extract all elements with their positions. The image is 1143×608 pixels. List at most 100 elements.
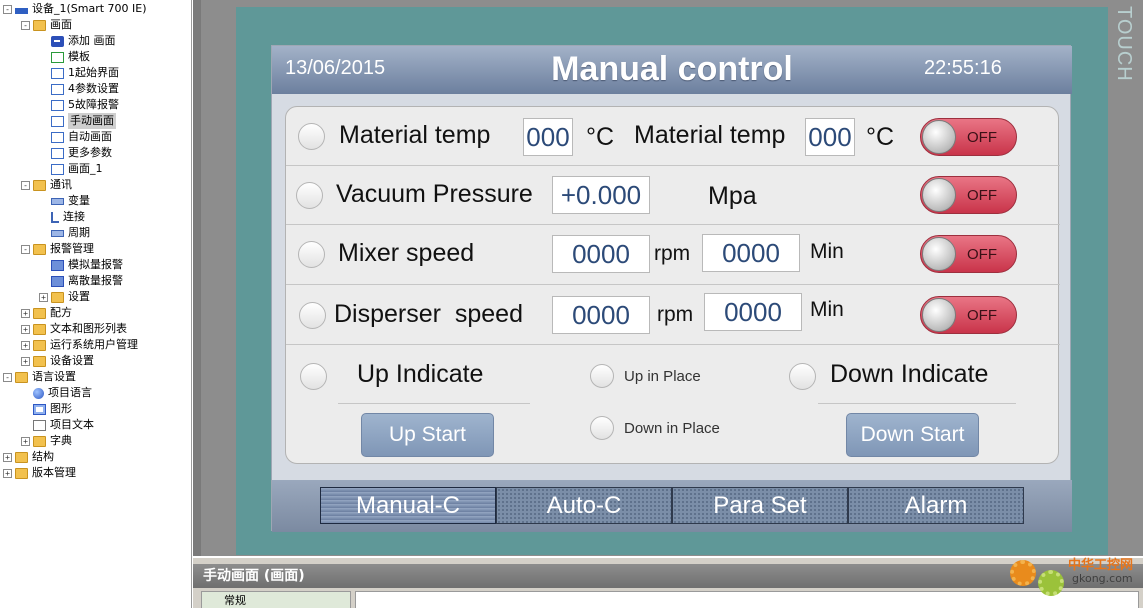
tree-item[interactable]: 5故障报警 [39,97,119,113]
collapse-icon[interactable]: - [21,244,30,254]
tree-item-label: 设备_1(Smart 700 IE) [32,2,147,15]
screen-page-icon [51,131,64,143]
tree-item-label: 设备设置 [50,354,94,367]
tab-para-set[interactable]: Para Set [672,487,848,524]
material-temp-label: Material temp [339,121,491,149]
expand-icon[interactable]: + [21,340,30,350]
disperser-speed-indicator[interactable] [299,302,326,329]
tree-item-label: 添加 画面 [68,34,116,47]
tree-item-label: 配方 [50,306,72,319]
tree-item[interactable]: + 文本和图形列表 [21,321,127,337]
up-in-place-lamp[interactable] [590,364,614,388]
row-divider [286,224,1060,225]
material-temp-unit-2: °C [866,123,895,151]
down-start-button[interactable]: Down Start [846,413,979,457]
mixer-speed-indicator[interactable] [298,241,325,268]
expand-icon[interactable]: + [3,452,12,462]
down-in-place-lamp[interactable] [590,416,614,440]
switch-knob [922,298,956,332]
tree-item[interactable]: + 运行系统用户管理 [21,337,138,353]
switch-state-label: OFF [967,246,997,263]
material-temp-switch[interactable]: OFF [920,118,1017,156]
down-indicate-lamp[interactable] [789,363,816,390]
tree-item[interactable]: 添加 画面 [39,33,116,49]
tree-item[interactable]: 画面_1 [39,161,103,177]
collapse-icon[interactable]: - [3,372,12,382]
expand-icon[interactable]: + [3,468,12,478]
vacuum-pressure-value[interactable]: +0.000 [552,176,650,214]
material-temp-indicator[interactable] [298,123,325,150]
globe-icon [33,387,44,399]
expand-icon[interactable]: + [21,308,30,318]
tree-item[interactable]: 模拟量报警 [39,257,123,273]
mixer-time-value[interactable]: 0000 [702,234,800,272]
tree-item-label: 画面_1 [68,162,103,175]
expand-icon[interactable]: + [21,356,30,366]
tab-auto-c[interactable]: Auto-C [496,487,672,524]
tree-item[interactable]: 1起始界面 [39,65,119,81]
disperser-speed-switch[interactable]: OFF [920,296,1017,334]
tree-item[interactable]: 更多参数 [39,145,112,161]
collapse-icon[interactable]: - [21,180,30,190]
up-start-button[interactable]: Up Start [361,413,494,457]
tree-item[interactable]: 自动画面 [39,129,112,145]
tree-item-label: 文本和图形列表 [50,322,127,335]
folder-icon [33,435,46,447]
tree-item[interactable]: 周期 [39,225,90,241]
switch-knob [922,178,956,212]
tree-item[interactable]: 手动画面 [39,113,116,129]
properties-tab-general[interactable]: 常规 [201,591,351,608]
tree-item[interactable]: - 语言设置 [3,369,76,385]
watermark: 中华工控网 gkong.com [1006,548,1140,604]
tree-item-label: 版本管理 [32,466,76,479]
touch-label: TOUCH [1113,6,1135,82]
material-temp-value-2[interactable]: 000 [805,118,855,156]
tree-item-label: 手动画面 [68,113,116,129]
disperser-time-unit: Min [810,298,844,321]
tree-item[interactable]: + 版本管理 [3,465,76,481]
tree-item[interactable]: 变量 [39,193,90,209]
tree-item[interactable]: + 结构 [3,449,54,465]
expand-icon[interactable]: + [39,292,48,302]
collapse-icon[interactable]: - [21,20,30,30]
tree-item[interactable]: + 字典 [21,433,72,449]
tree-item[interactable]: 项目文本 [21,417,94,433]
tree-item[interactable]: 图形 [21,401,72,417]
tree-item[interactable]: - 报警管理 [21,241,94,257]
vacuum-pressure-switch[interactable]: OFF [920,176,1017,214]
row-divider [286,284,1060,285]
disperser-speed-value[interactable]: 0000 [552,296,650,334]
watermark-url: gkong.com [1072,572,1133,585]
tree-item[interactable]: + 设备设置 [21,353,94,369]
folder-icon [15,467,28,479]
switch-knob [922,120,956,154]
time-display: 22:55:16 [924,57,1002,79]
mixer-speed-switch[interactable]: OFF [920,235,1017,273]
tree-item[interactable]: 模板 [39,49,90,65]
tree-item[interactable]: 4参数设置 [39,81,119,97]
tree-item[interactable]: - 通讯 [21,177,72,193]
connection-icon [51,211,59,223]
tab-alarm[interactable]: Alarm [848,487,1024,524]
tree-item[interactable]: 连接 [39,209,85,225]
disperser-time-value[interactable]: 0000 [704,293,802,331]
tree-item-label: 周期 [68,226,90,239]
tree-item[interactable]: 项目语言 [21,385,92,401]
collapse-icon[interactable]: - [3,4,12,14]
tree-item-label: 5故障报警 [68,98,119,111]
tree-item[interactable]: + 配方 [21,305,72,321]
material-temp-value-1[interactable]: 000 [523,118,573,156]
mixer-speed-value[interactable]: 0000 [552,235,650,273]
tree-item[interactable]: + 设置 [39,289,90,305]
vacuum-pressure-indicator[interactable] [296,182,323,209]
expand-icon[interactable]: + [21,436,30,446]
row-divider [286,344,1060,345]
tree-item[interactable]: - 设备_1(Smart 700 IE) [3,1,147,17]
tab-manual-c[interactable]: Manual-C [320,487,496,524]
folder-icon [15,451,28,463]
tree-item[interactable]: 离散量报警 [39,273,123,289]
tree-item[interactable]: - 画面 [21,17,72,33]
up-indicate-lamp[interactable] [300,363,327,390]
folder-icon [33,355,46,367]
expand-icon[interactable]: + [21,324,30,334]
